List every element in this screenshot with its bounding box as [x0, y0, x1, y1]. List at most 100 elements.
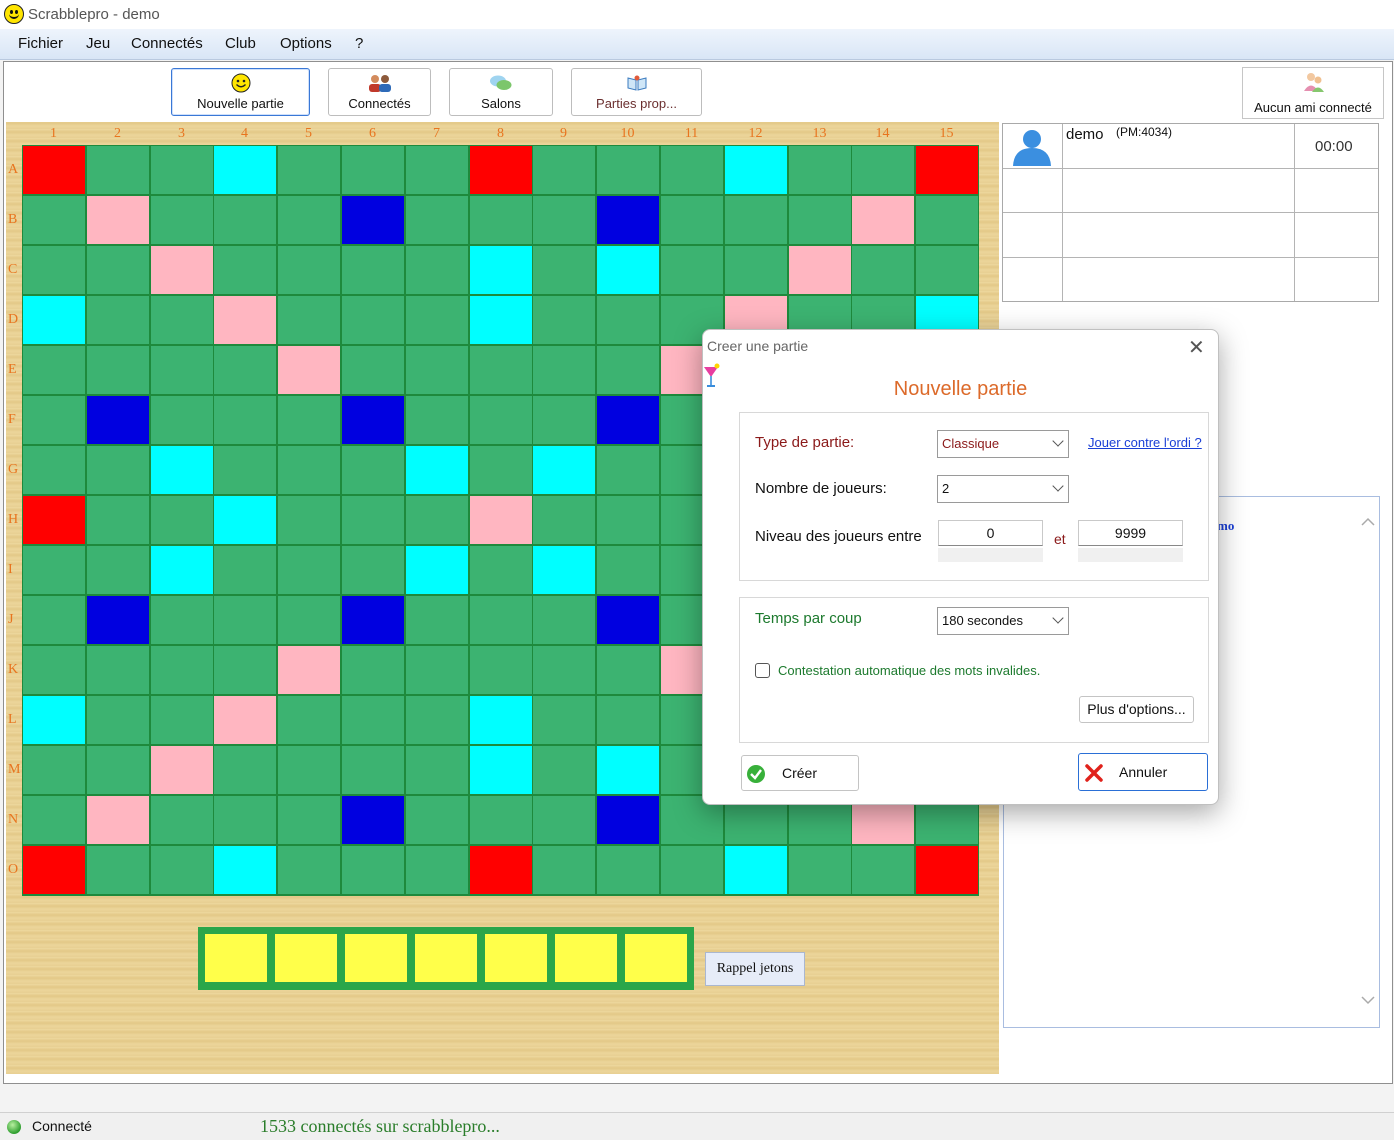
board-square[interactable]: [278, 346, 340, 394]
board-square[interactable]: [278, 846, 340, 894]
rack-tile[interactable]: [485, 934, 547, 982]
board-square[interactable]: [23, 496, 85, 544]
board-square[interactable]: [470, 146, 532, 194]
board-square[interactable]: [151, 246, 213, 294]
board-square[interactable]: [406, 696, 468, 744]
board-square[interactable]: [214, 446, 276, 494]
board-square[interactable]: [789, 146, 851, 194]
board-square[interactable]: [470, 546, 532, 594]
board-square[interactable]: [151, 596, 213, 644]
board-square[interactable]: [533, 796, 595, 844]
board-square[interactable]: [342, 796, 404, 844]
board-square[interactable]: [342, 146, 404, 194]
board-square[interactable]: [214, 296, 276, 344]
board-square[interactable]: [342, 846, 404, 894]
scroll-up-icon[interactable]: [1361, 517, 1375, 527]
board-square[interactable]: [406, 446, 468, 494]
board-square[interactable]: [23, 246, 85, 294]
create-button[interactable]: Créer: [741, 755, 859, 791]
menu-connectes[interactable]: Connectés: [131, 35, 203, 52]
board-square[interactable]: [151, 446, 213, 494]
board-square[interactable]: [214, 246, 276, 294]
board-square[interactable]: [214, 346, 276, 394]
board-square[interactable]: [278, 396, 340, 444]
board-square[interactable]: [87, 346, 149, 394]
board-square[interactable]: [533, 696, 595, 744]
level-max-input[interactable]: 9999: [1078, 520, 1183, 546]
board-square[interactable]: [342, 496, 404, 544]
board-square[interactable]: [597, 246, 659, 294]
close-icon[interactable]: ✕: [1188, 335, 1205, 360]
board-square[interactable]: [406, 146, 468, 194]
board-square[interactable]: [151, 496, 213, 544]
board-square[interactable]: [23, 446, 85, 494]
board-square[interactable]: [406, 596, 468, 644]
connected-button[interactable]: Connectés: [328, 68, 431, 116]
board-square[interactable]: [87, 196, 149, 244]
board-square[interactable]: [533, 746, 595, 794]
board-square[interactable]: [23, 346, 85, 394]
board-square[interactable]: [470, 696, 532, 744]
board-square[interactable]: [342, 296, 404, 344]
board-square[interactable]: [852, 246, 914, 294]
board-square[interactable]: [23, 746, 85, 794]
board-square[interactable]: [470, 646, 532, 694]
board-square[interactable]: [342, 446, 404, 494]
vs-computer-link[interactable]: Jouer contre l'ordi ?: [1088, 435, 1202, 450]
board-square[interactable]: [87, 396, 149, 444]
board-square[interactable]: [151, 196, 213, 244]
board-square[interactable]: [597, 446, 659, 494]
board-square[interactable]: [916, 846, 978, 894]
board-square[interactable]: [87, 846, 149, 894]
board-square[interactable]: [852, 196, 914, 244]
rack-tile[interactable]: [205, 934, 267, 982]
board-square[interactable]: [597, 846, 659, 894]
board-square[interactable]: [533, 446, 595, 494]
board-square[interactable]: [23, 596, 85, 644]
auto-challenge-checkbox[interactable]: [755, 663, 770, 678]
board-square[interactable]: [278, 196, 340, 244]
board-square[interactable]: [661, 146, 723, 194]
board-square[interactable]: [597, 396, 659, 444]
board-square[interactable]: [87, 746, 149, 794]
board-square[interactable]: [278, 796, 340, 844]
rack-tile[interactable]: [275, 934, 337, 982]
board-square[interactable]: [23, 146, 85, 194]
level-min-input[interactable]: 0: [938, 520, 1043, 546]
board-square[interactable]: [278, 596, 340, 644]
board-square[interactable]: [151, 846, 213, 894]
board-square[interactable]: [342, 196, 404, 244]
board-square[interactable]: [597, 346, 659, 394]
board-square[interactable]: [87, 296, 149, 344]
board-square[interactable]: [533, 246, 595, 294]
board-square[interactable]: [151, 346, 213, 394]
board-square[interactable]: [533, 196, 595, 244]
board-square[interactable]: [342, 346, 404, 394]
board-square[interactable]: [87, 146, 149, 194]
board-square[interactable]: [725, 196, 787, 244]
board-square[interactable]: [789, 196, 851, 244]
rack-tile[interactable]: [625, 934, 687, 982]
board-square[interactable]: [342, 246, 404, 294]
board-square[interactable]: [597, 546, 659, 594]
board-square[interactable]: [214, 196, 276, 244]
board-square[interactable]: [533, 596, 595, 644]
board-square[interactable]: [342, 746, 404, 794]
board-square[interactable]: [661, 846, 723, 894]
board-square[interactable]: [470, 246, 532, 294]
board-square[interactable]: [87, 496, 149, 544]
board-square[interactable]: [87, 246, 149, 294]
board-square[interactable]: [406, 396, 468, 444]
board-square[interactable]: [406, 646, 468, 694]
board-square[interactable]: [278, 296, 340, 344]
board-square[interactable]: [278, 146, 340, 194]
board-square[interactable]: [23, 296, 85, 344]
board-square[interactable]: [151, 796, 213, 844]
board-square[interactable]: [533, 546, 595, 594]
recall-tiles-button[interactable]: Rappel jetons: [705, 952, 805, 986]
board-square[interactable]: [151, 696, 213, 744]
board-square[interactable]: [533, 496, 595, 544]
board-square[interactable]: [278, 546, 340, 594]
board-square[interactable]: [470, 396, 532, 444]
board-square[interactable]: [597, 646, 659, 694]
